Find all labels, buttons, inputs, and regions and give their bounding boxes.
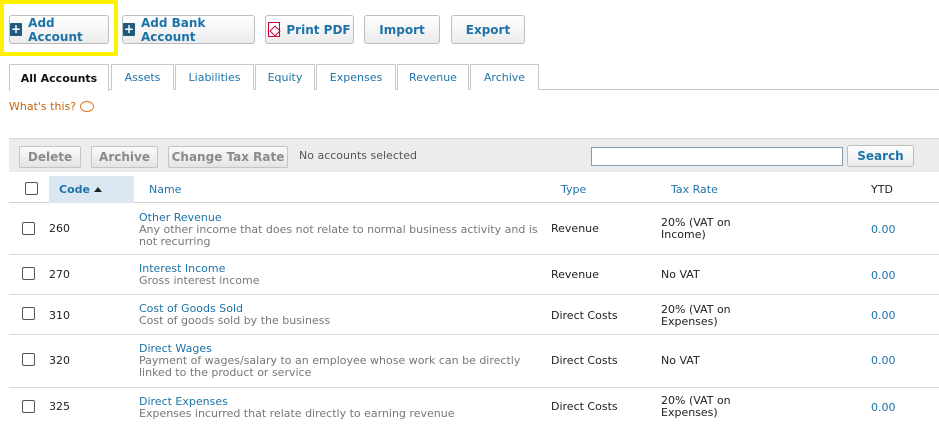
whats-this-link[interactable]: What's this? <box>9 100 95 113</box>
account-code: 270 <box>49 268 70 281</box>
name-cell: Cost of Goods Sold Cost of goods sold by… <box>139 303 549 327</box>
tab-archive[interactable]: Archive <box>470 64 539 90</box>
tax-rate: 20% (VAT on Expenses) <box>661 303 731 328</box>
account-code: 325 <box>49 400 70 413</box>
ytd-column-header: YTD <box>871 183 893 196</box>
account-type: Revenue <box>551 268 599 281</box>
name-cell: Interest Income Gross interest income <box>139 263 549 287</box>
speech-bubble-icon <box>80 101 95 112</box>
account-type: Direct Costs <box>551 354 618 367</box>
tax-rate: No VAT <box>661 354 700 367</box>
tab-equity[interactable]: Equity <box>255 64 315 90</box>
ytd-value[interactable]: 0.00 <box>871 355 896 367</box>
pdf-icon <box>268 22 281 37</box>
tax-rate-column-header[interactable]: Tax Rate <box>671 176 718 203</box>
account-type: Direct Costs <box>551 400 618 413</box>
ytd-value[interactable]: 0.00 <box>871 310 896 322</box>
account-description: Payment of wages/salary to an employee w… <box>139 354 521 379</box>
table-row[interactable]: 260 Other Revenue Any other income that … <box>9 203 939 255</box>
row-checkbox[interactable] <box>22 353 35 366</box>
table-header: Code Name Type Tax Rate YTD <box>9 176 939 203</box>
account-description: Cost of goods sold by the business <box>139 314 331 327</box>
row-checkbox[interactable] <box>22 307 35 320</box>
account-description: Expenses incurred that relate directly t… <box>139 407 455 420</box>
account-description: Gross interest income <box>139 274 260 287</box>
change-tax-rate-button[interactable]: Change Tax Rate <box>168 146 288 168</box>
account-type: Direct Costs <box>551 309 618 322</box>
table-row[interactable]: 310 Cost of Goods Sold Cost of goods sol… <box>9 295 939 335</box>
row-checkbox[interactable] <box>22 400 35 413</box>
name-column-header[interactable]: Name <box>149 176 181 203</box>
tab-all-accounts[interactable]: All Accounts <box>9 64 109 91</box>
add-account-button[interactable]: + Add Account <box>9 15 109 44</box>
account-type: Revenue <box>551 222 599 235</box>
name-cell: Direct Wages Payment of wages/salary to … <box>139 343 549 379</box>
tax-rate: 20% (VAT on Income) <box>661 216 731 241</box>
tax-rate: No VAT <box>661 268 700 281</box>
account-code: 320 <box>49 354 70 367</box>
selection-status: No accounts selected <box>299 149 417 162</box>
plus-icon: + <box>123 22 135 36</box>
add-bank-account-button[interactable]: + Add Bank Account <box>122 15 255 44</box>
ytd-value[interactable]: 0.00 <box>871 224 896 236</box>
name-cell: Other Revenue Any other income that does… <box>139 212 549 248</box>
delete-button[interactable]: Delete <box>19 146 81 168</box>
name-cell: Direct Expenses Expenses incurred that r… <box>139 396 549 420</box>
tab-assets[interactable]: Assets <box>111 64 174 90</box>
tab-expenses[interactable]: Expenses <box>316 64 396 90</box>
plus-icon: + <box>10 22 23 36</box>
account-code: 260 <box>49 222 70 235</box>
account-code: 310 <box>49 309 70 322</box>
toolbar: + Add Account + Add Bank Account Print P… <box>0 0 939 60</box>
account-tabs: All Accounts Assets Liabilities Equity E… <box>9 64 939 91</box>
grid-toolbar: Delete Archive Change Tax Rate No accoun… <box>9 138 939 172</box>
tab-liabilities[interactable]: Liabilities <box>175 64 254 90</box>
table-row[interactable]: 325 Direct Expenses Expenses incurred th… <box>9 388 939 424</box>
account-description: Any other income that does not relate to… <box>139 223 538 248</box>
table-row[interactable]: 320 Direct Wages Payment of wages/salary… <box>9 335 939 388</box>
sort-ascending-icon <box>93 187 102 192</box>
select-all-checkbox[interactable] <box>25 182 38 195</box>
archive-button[interactable]: Archive <box>91 146 158 168</box>
tab-revenue[interactable]: Revenue <box>397 64 469 90</box>
table-row[interactable]: 270 Interest Income Gross interest incom… <box>9 255 939 295</box>
type-column-header[interactable]: Type <box>561 176 586 203</box>
ytd-value[interactable]: 0.00 <box>871 402 896 414</box>
tax-rate: 20% (VAT on Expenses) <box>661 394 731 419</box>
export-button[interactable]: Export <box>451 15 525 44</box>
search-input[interactable] <box>591 147 843 166</box>
ytd-value[interactable]: 0.00 <box>871 270 896 282</box>
row-checkbox[interactable] <box>22 267 35 280</box>
row-checkbox[interactable] <box>22 222 35 235</box>
code-column-header[interactable]: Code <box>49 176 134 203</box>
print-pdf-button[interactable]: Print PDF <box>265 15 354 44</box>
search-button[interactable]: Search <box>847 145 914 167</box>
import-button[interactable]: Import <box>364 15 440 44</box>
